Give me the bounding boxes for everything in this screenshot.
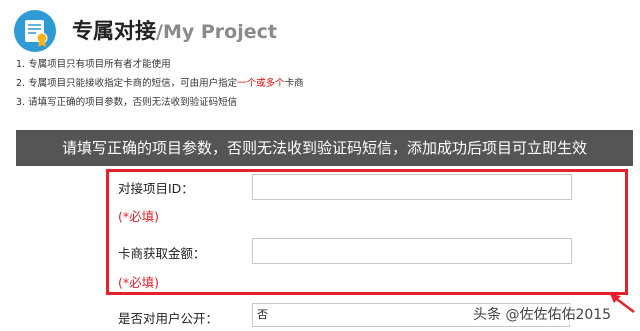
required-hint: (*必填) [118, 209, 160, 224]
certificate-icon [14, 10, 56, 52]
public-label: 是否对用户公开： [118, 311, 219, 326]
project-id-label: 对接项目ID： [118, 181, 194, 196]
required-hint: (*必填) [118, 275, 160, 290]
instruction-item: 2. 专属项目只能接收指定卡商的短信，可由用户指定一个或多个卡商 [16, 78, 304, 89]
instruction-item: 1. 专属项目只有项目所有者才能使用 [16, 59, 171, 70]
amount-label: 卡商获取金额： [118, 246, 206, 261]
instruction-item: 3. 请填写正确的项目参数，否则无法收到验证码短信 [16, 97, 238, 108]
notice-banner: 请填写正确的项目参数，否则无法收到验证码短信，添加成功后项目可立即生效 [16, 130, 633, 166]
page-title-main: 专属对接 [72, 19, 156, 43]
instructions-list: 1. 专属项目只有项目所有者才能使用 2. 专属项目只能接收指定卡商的短信，可由… [16, 55, 304, 112]
page-title-subtitle: /My Project [156, 21, 277, 43]
watermark: 头条 @佐佐佑佑2015 [470, 304, 615, 324]
highlight-text: 一个或多个 [237, 78, 285, 89]
amount-input[interactable] [252, 238, 572, 264]
page-title: 专属对接/My Project [72, 15, 277, 45]
project-id-input[interactable] [252, 174, 572, 200]
